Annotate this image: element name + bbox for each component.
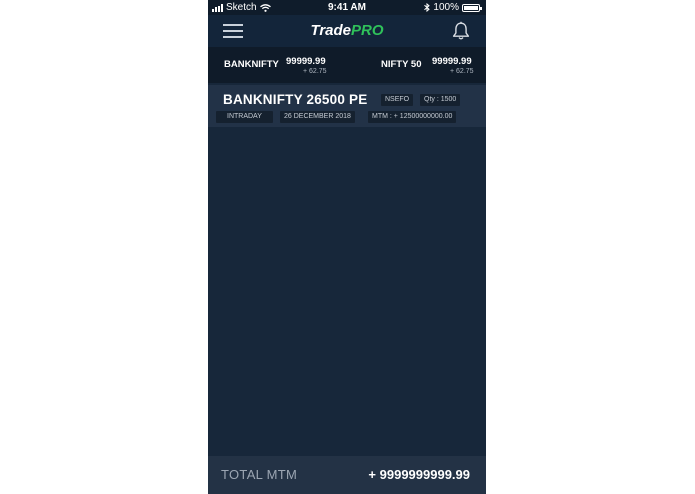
product-badge: INTRADAY xyxy=(216,111,273,123)
date-badge: 26 DECEMBER 2018 xyxy=(280,111,355,123)
phone-screen: Sketch 9:41 AM 100% TradePRO BANKNIFTY 9… xyxy=(208,0,486,494)
brand-pro: PRO xyxy=(351,22,384,39)
total-mtm-footer: TOTAL MTM + 9999999999.99 xyxy=(208,456,486,494)
status-bar: Sketch 9:41 AM 100% xyxy=(208,0,486,15)
ticker-name-banknifty: BANKNIFTY xyxy=(224,59,279,70)
battery-icon xyxy=(462,3,482,12)
position-card[interactable]: BANKNIFTY 26500 PE NSEFO Qty : 1500 INTR… xyxy=(208,85,486,127)
bluetooth-icon xyxy=(424,3,431,12)
ticker-change-nifty50: + 62.75 xyxy=(450,68,474,75)
nav-bar: TradePRO xyxy=(208,15,486,47)
position-title: BANKNIFTY 26500 PE xyxy=(223,92,368,107)
market-ticker: BANKNIFTY 99999.99 + 62.75 NIFTY 50 9999… xyxy=(208,47,486,83)
status-right: 100% xyxy=(424,0,482,15)
ticker-change-banknifty: + 62.75 xyxy=(303,68,327,75)
bell-icon[interactable] xyxy=(451,21,471,41)
ticker-name-nifty50: NIFTY 50 xyxy=(381,59,422,70)
battery-percent: 100% xyxy=(433,2,459,13)
ticker-value-nifty50: 99999.99 xyxy=(432,56,472,67)
positions-list-area xyxy=(208,127,486,456)
mtm-badge: MTM : + 12500000000.00 xyxy=(368,111,457,123)
qty-badge: Qty : 1500 xyxy=(420,94,461,106)
exchange-badge: NSEFO xyxy=(381,94,414,106)
ticker-value-banknifty: 99999.99 xyxy=(286,56,326,67)
brand-trade: Trade xyxy=(310,22,352,39)
total-mtm-value: + 9999999999.99 xyxy=(368,467,470,482)
total-mtm-label: TOTAL MTM xyxy=(221,467,298,482)
app-logo: TradePRO xyxy=(208,15,486,47)
hamburger-menu-icon[interactable] xyxy=(223,24,243,38)
